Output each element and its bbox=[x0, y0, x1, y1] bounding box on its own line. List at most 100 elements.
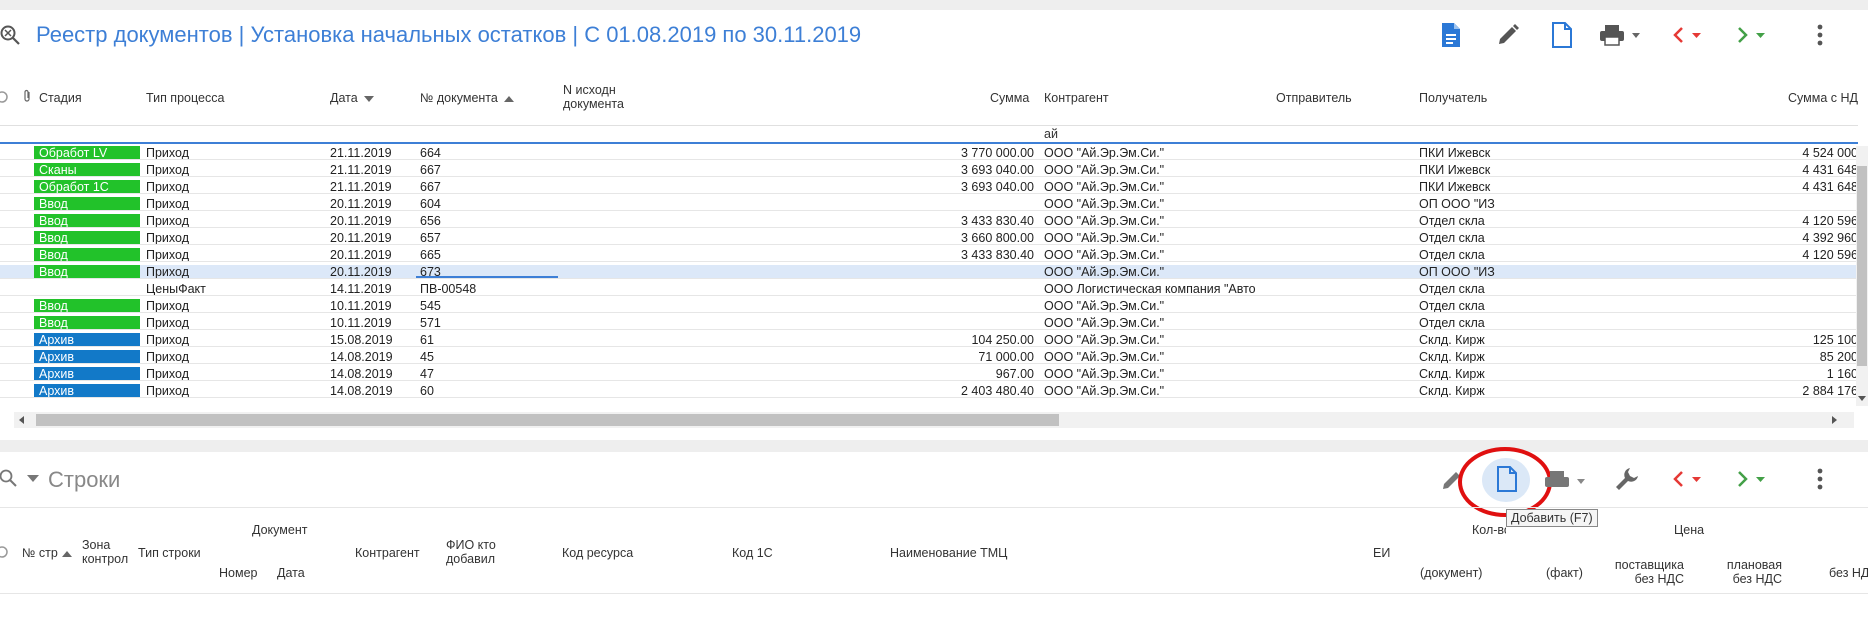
search-icon[interactable] bbox=[0, 24, 22, 46]
stage-badge: Обработ LV bbox=[34, 146, 140, 159]
col-sum[interactable]: Сумма bbox=[990, 91, 1029, 105]
col-planned-price[interactable]: плановая без НДС bbox=[1710, 558, 1782, 586]
stage-badge bbox=[34, 282, 140, 295]
cell-doc-number: 667 bbox=[420, 180, 441, 193]
edit-pencil-icon[interactable] bbox=[1493, 20, 1523, 50]
cell-counterparty: ООО "Ай.Эр.Эм.Си." bbox=[1044, 214, 1165, 227]
cell-doc-number: 45 bbox=[420, 350, 434, 363]
cell-process-type: Приход bbox=[146, 299, 189, 312]
table-row[interactable]: Архив Приход 15.08.2019 61 104 250.00 ООО "Ай… bbox=[0, 333, 1858, 347]
cell-counterparty: ООО "Ай.Эр.Эм.Си." bbox=[1044, 163, 1165, 176]
col-item-name[interactable]: Наименование ТМЦ bbox=[890, 546, 1007, 560]
lower-next-arrow-icon[interactable] bbox=[1732, 464, 1776, 494]
col-process-type[interactable]: Тип процесса bbox=[146, 91, 224, 105]
cell-sum: 3 693 040.00 bbox=[961, 163, 1034, 176]
cell-recipient: Склд. Кирж bbox=[1419, 384, 1485, 397]
next-arrow-icon[interactable] bbox=[1732, 20, 1776, 50]
table-row[interactable]: Ввод Приход 20.11.2019 604 ООО "Ай.Эр.Эм.Си.… bbox=[0, 197, 1858, 211]
col-row-no[interactable]: № стр bbox=[22, 546, 72, 560]
table-row[interactable]: Архив Приход 14.08.2019 60 2 403 480.40 ООО "… bbox=[0, 384, 1858, 398]
more-vertical-icon[interactable] bbox=[1805, 20, 1835, 50]
vertical-scrollbar[interactable] bbox=[1856, 146, 1868, 406]
col-orig-doc-number[interactable]: N исходн документа bbox=[563, 83, 643, 111]
scroll-right-arrow-icon[interactable] bbox=[1832, 416, 1837, 424]
col-code-1c[interactable]: Код 1С bbox=[732, 546, 773, 560]
cell-sum: 3 433 830.40 bbox=[961, 248, 1034, 261]
cell-counterparty: ООО "Ай.Эр.Эм.Си." bbox=[1044, 367, 1165, 380]
cell-recipient: Склд. Кирж bbox=[1419, 350, 1485, 363]
table-row[interactable]: Ввод Приход 20.11.2019 673 ООО "Ай.Эр.Эм.Си.… bbox=[0, 265, 1858, 279]
col-qty-doc[interactable]: (документ) bbox=[1420, 566, 1482, 580]
col-counterparty[interactable]: Контрагент bbox=[1044, 91, 1109, 105]
scroll-down-arrow-icon[interactable] bbox=[1858, 396, 1866, 401]
col-stage[interactable]: Стадия bbox=[39, 91, 82, 105]
vertical-scroll-thumb[interactable] bbox=[1857, 166, 1867, 366]
col-resource-code[interactable]: Код ресурса bbox=[562, 546, 633, 560]
table-row[interactable]: Ввод Приход 10.11.2019 545 ООО "Ай.Эр.Эм.Си.… bbox=[0, 299, 1858, 313]
lower-search-icon[interactable] bbox=[0, 468, 18, 488]
cell-process-type: Приход bbox=[146, 231, 189, 244]
cell-sum-vat bbox=[1760, 299, 1858, 312]
col-qty-fact[interactable]: (факт) bbox=[1546, 566, 1583, 580]
cell-process-type: Приход bbox=[146, 367, 189, 380]
lower-settings-icon[interactable] bbox=[0, 545, 10, 559]
cell-sum: 71 000.00 bbox=[978, 350, 1034, 363]
col-lower-counterparty[interactable]: Контрагент bbox=[355, 546, 420, 560]
col-date-label: Дата bbox=[330, 91, 358, 105]
filter-row bbox=[0, 125, 1858, 144]
cell-date: 10.11.2019 bbox=[330, 316, 392, 329]
col-added-by[interactable]: ФИО кто добавил bbox=[446, 538, 516, 566]
cell-recipient: Отдел скла bbox=[1419, 282, 1485, 295]
cell-sum-vat: 125 100 bbox=[1812, 333, 1858, 346]
cell-sum-vat: 2 884 176 bbox=[1802, 384, 1858, 397]
collapse-chevron-icon[interactable] bbox=[27, 475, 39, 482]
cell-sum bbox=[900, 316, 1034, 329]
col-no-vat[interactable]: без НДС bbox=[1829, 566, 1868, 580]
new-document-icon[interactable] bbox=[1547, 20, 1577, 50]
cell-doc-number: 545 bbox=[420, 299, 441, 312]
table-row[interactable]: Архив Приход 14.08.2019 47 967.00 ООО "Ай.Эр.… bbox=[0, 367, 1858, 381]
table-row[interactable]: Ввод Приход 10.11.2019 571 ООО "Ай.Эр.Эм.Си.… bbox=[0, 316, 1858, 330]
col-supplier-price[interactable]: поставщика без НДС bbox=[1602, 558, 1684, 586]
attachment-icon bbox=[23, 89, 32, 103]
cell-sum bbox=[900, 282, 1034, 295]
lower-section-title: Строки bbox=[48, 467, 121, 492]
print-icon[interactable] bbox=[1597, 20, 1647, 50]
lower-prev-arrow-icon[interactable] bbox=[1668, 464, 1712, 494]
col-row-type[interactable]: Тип строки bbox=[138, 546, 201, 560]
col-sum-vat[interactable]: Сумма с НДС bbox=[1788, 91, 1858, 105]
table-row[interactable]: Сканы Приход 21.11.2019 667 3 693 040.00 ООО … bbox=[0, 163, 1858, 177]
table-row[interactable]: Ввод Приход 20.11.2019 657 3 660 800.00 ООО "… bbox=[0, 231, 1858, 245]
col-recipient[interactable]: Получатель bbox=[1419, 91, 1487, 105]
cell-process-type: Приход bbox=[146, 333, 189, 346]
table-row[interactable]: Ввод Приход 20.11.2019 665 3 433 830.40 ООО "… bbox=[0, 248, 1858, 262]
col-lower-date[interactable]: Дата bbox=[277, 566, 305, 580]
table-row[interactable]: ЦеныФакт 14.11.2019 ПВ-00548 ООО Логистичес… bbox=[0, 282, 1858, 296]
horizontal-scroll-thumb[interactable] bbox=[36, 414, 1059, 426]
scroll-left-arrow-icon[interactable] bbox=[19, 416, 24, 424]
document-blue-icon[interactable] bbox=[1436, 20, 1466, 50]
filter-counterparty-input[interactable]: ай bbox=[1044, 127, 1058, 141]
cell-recipient: ОП ООО "ИЗ bbox=[1419, 265, 1495, 278]
lower-more-vertical-icon[interactable] bbox=[1805, 464, 1835, 494]
col-number[interactable]: Номер bbox=[219, 566, 257, 580]
wrench-icon[interactable] bbox=[1612, 464, 1642, 494]
grid-settings-icon[interactable] bbox=[0, 90, 10, 104]
table-row[interactable]: Обработ 1С Приход 21.11.2019 667 3 693 040.0… bbox=[0, 180, 1858, 194]
table-row[interactable]: Ввод Приход 20.11.2019 656 3 433 830.40 ООО "… bbox=[0, 214, 1858, 228]
table-row[interactable]: Архив Приход 14.08.2019 45 71 000.00 ООО "Ай.… bbox=[0, 350, 1858, 364]
cell-date: 14.08.2019 bbox=[330, 367, 393, 380]
col-doc-number[interactable]: № документа bbox=[420, 91, 514, 105]
horizontal-scrollbar[interactable] bbox=[14, 412, 1854, 428]
col-date[interactable]: Дата bbox=[330, 91, 374, 105]
cell-counterparty: ООО "Ай.Эр.Эм.Си." bbox=[1044, 146, 1165, 159]
col-unit[interactable]: ЕИ bbox=[1373, 546, 1390, 560]
col-sender[interactable]: Отправитель bbox=[1276, 91, 1352, 105]
sort-asc-icon bbox=[61, 550, 72, 557]
table-row[interactable]: Обработ LV Приход 21.11.2019 664 3 770 000.0… bbox=[0, 146, 1858, 160]
col-zone[interactable]: Зона контрол bbox=[82, 538, 134, 566]
cell-sum: 3 693 040.00 bbox=[961, 180, 1034, 193]
lower-header-divider bbox=[0, 507, 1868, 508]
lower-print-icon[interactable] bbox=[1542, 466, 1592, 496]
prev-arrow-icon[interactable] bbox=[1668, 20, 1712, 50]
